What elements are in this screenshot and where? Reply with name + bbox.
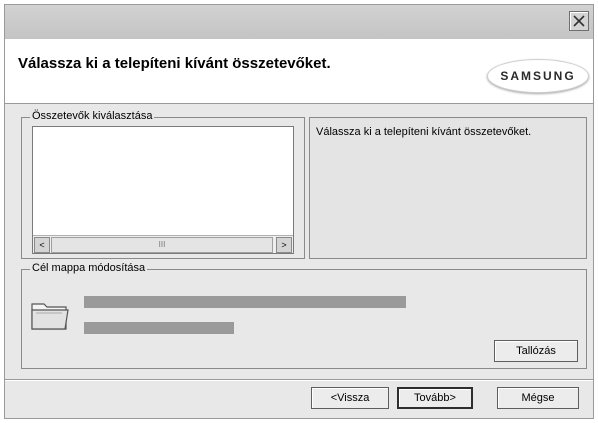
close-icon [573,15,585,27]
folder-icon [31,303,69,330]
destination-space-bar [84,322,234,334]
close-button[interactable] [569,11,589,31]
chevron-left-icon: < [39,240,45,250]
component-description: Válassza ki a telepíteni kívánt összetev… [316,126,532,138]
scroll-thumb[interactable]: III [51,237,273,253]
samsung-logo: SAMSUNG [487,59,589,93]
components-list[interactable]: < III > [32,126,294,254]
next-button[interactable]: Tovább> [397,387,473,409]
components-groupbox: Összetevők kiválasztása < III > [21,110,305,259]
title-bar [5,5,593,39]
installer-window: Válassza ki a telepíteni kívánt összetev… [4,4,594,419]
destination-path-bar [84,296,406,308]
browse-button[interactable]: Tallózás [494,340,578,362]
chevron-right-icon: > [281,240,287,250]
thumb-grip-icon: III [158,240,166,249]
back-button[interactable]: <Vissza [311,387,389,409]
destination-groupbox: Cél mappa módosítása Tallózás [21,262,587,369]
footer-divider [5,379,593,381]
page-title: Válassza ki a telepíteni kívánt összetev… [18,55,331,72]
components-group-label: Összetevők kiválasztása [30,110,155,122]
component-description-panel: Válassza ki a telepíteni kívánt összetev… [309,117,587,259]
destination-group-label: Cél mappa módosítása [30,262,148,274]
cancel-button[interactable]: Mégse [497,387,579,409]
scroll-left-button[interactable]: < [34,237,50,253]
logo-text: SAMSUNG [500,69,576,83]
wizard-header: Válassza ki a telepíteni kívánt összetev… [5,39,593,104]
scroll-right-button[interactable]: > [276,237,292,253]
horizontal-scrollbar[interactable]: < III > [33,235,293,253]
